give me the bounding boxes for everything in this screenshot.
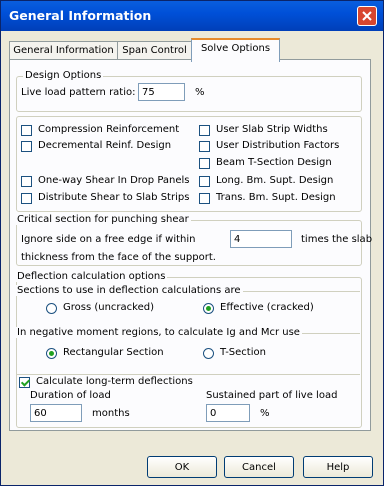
close-icon [362, 11, 372, 21]
gross-label: Gross (uncracked) [63, 302, 155, 313]
rectangular-radio[interactable] [46, 348, 57, 359]
long-bm-checkbox[interactable] [199, 176, 210, 187]
compression-reinforcement-checkbox[interactable] [21, 125, 32, 136]
critical-section-legend: Critical section for punching shear [15, 214, 191, 225]
user-slab-strip-label: User Slab Strip Widths [216, 124, 328, 135]
critical-section-input[interactable] [230, 230, 292, 248]
distribute-shear-checkbox[interactable] [21, 193, 32, 204]
live-load-input[interactable] [138, 83, 185, 101]
critical-section-line1: Ignore side on a free edge if within [21, 234, 196, 245]
user-slab-strip-checkbox[interactable] [199, 125, 210, 136]
t-section-label: T-Section [220, 347, 266, 358]
close-button[interactable] [357, 6, 377, 26]
duration-label: Duration of load [30, 390, 111, 401]
design-checkbox-group: Compression Reinforcement Decremental Re… [16, 116, 362, 212]
t-section-radio[interactable] [203, 348, 214, 359]
critical-section-group: Critical section for punching shear Igno… [15, 214, 372, 266]
long-term-checkbox[interactable] [19, 377, 30, 388]
tab-span-control[interactable]: Span Control [117, 41, 192, 60]
duration-input[interactable] [30, 404, 82, 422]
user-distribution-checkbox[interactable] [199, 141, 210, 152]
decremental-reinf-checkbox[interactable] [21, 141, 32, 152]
gross-radio[interactable] [46, 303, 57, 314]
beam-t-section-checkbox[interactable] [199, 158, 210, 169]
sustained-label: Sustained part of live load [206, 390, 338, 401]
cancel-button[interactable]: Cancel [224, 456, 294, 478]
deflection-group: Deflection calculation options Sections … [15, 271, 362, 428]
trans-bm-label: Trans. Bm. Supt. Design [216, 192, 336, 203]
live-load-label: Live load pattern ratio: [21, 87, 136, 98]
live-load-unit: % [195, 87, 205, 98]
critical-section-suffix: times the slab [301, 234, 373, 245]
dialog-window: General Information General Information … [0, 0, 384, 486]
beam-t-section-label: Beam T-Section Design [216, 157, 332, 168]
window-title: General Information [9, 8, 152, 23]
ok-button[interactable]: OK [147, 456, 217, 478]
one-way-shear-checkbox[interactable] [21, 176, 32, 187]
sustained-input[interactable] [206, 404, 250, 422]
tab-general-information[interactable]: General Information [9, 41, 118, 60]
title-bar[interactable]: General Information [1, 1, 383, 31]
sustained-unit: % [260, 408, 270, 419]
design-options-group: Design Options Live load pattern ratio: … [16, 70, 362, 112]
long-term-subgroup: Calculate long-term deflections Duration… [16, 374, 360, 427]
deflection-legend: Deflection calculation options [15, 271, 168, 282]
sections-legend: Sections to use in deflection calculatio… [15, 285, 243, 296]
trans-bm-checkbox[interactable] [199, 193, 210, 204]
critical-section-line2: thickness from the face of the support. [21, 252, 216, 263]
solve-options-panel: Design Options Live load pattern ratio: … [9, 59, 372, 431]
user-distribution-label: User Distribution Factors [216, 140, 340, 151]
tab-solve-options[interactable]: Solve Options [191, 38, 280, 62]
distribute-shear-label: Distribute Shear to Slab Strips [38, 192, 190, 203]
effective-label: Effective (cracked) [220, 302, 314, 313]
negative-subgroup: In negative moment regions, to calculate… [15, 327, 360, 370]
sections-subgroup: Sections to use in deflection calculatio… [15, 285, 360, 328]
compression-reinforcement-label: Compression Reinforcement [38, 124, 180, 135]
long-term-label: Calculate long-term deflections [36, 376, 195, 387]
negative-legend: In negative moment regions, to calculate… [15, 327, 302, 338]
effective-radio[interactable] [203, 303, 214, 314]
duration-unit: months [92, 408, 130, 419]
one-way-shear-label: One-way Shear In Drop Panels [38, 175, 190, 186]
help-button[interactable]: Help [303, 456, 373, 478]
decremental-reinf-label: Decremental Reinf. Design [38, 140, 172, 151]
design-options-legend: Design Options [23, 70, 104, 81]
long-bm-label: Long. Bm. Supt. Design [216, 175, 334, 186]
rectangular-label: Rectangular Section [63, 347, 164, 358]
